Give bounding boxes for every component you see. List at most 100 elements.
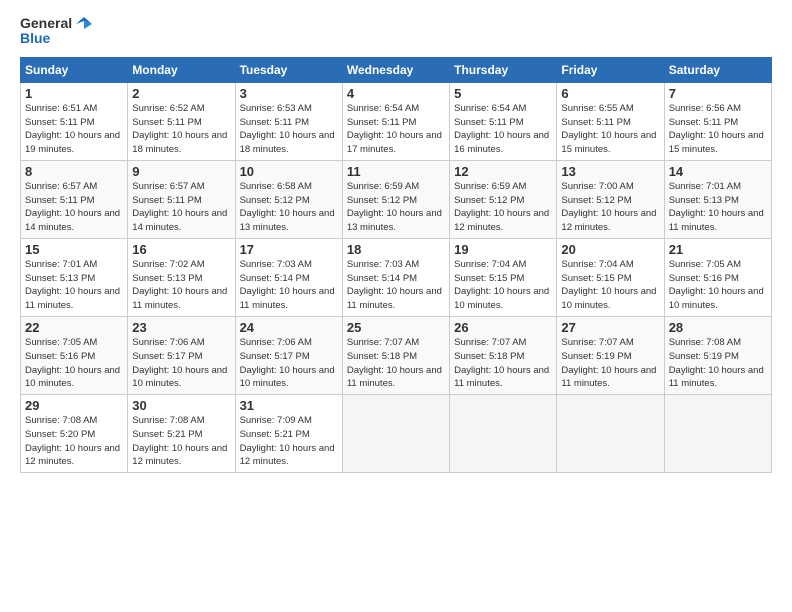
day-number: 1 (25, 86, 123, 101)
calendar-cell: 26Sunrise: 7:07 AMSunset: 5:18 PMDayligh… (450, 316, 557, 394)
day-number: 20 (561, 242, 659, 257)
calendar-page: General Blue SundayMondayTuesdayWednesda… (0, 0, 792, 612)
calendar-cell: 19Sunrise: 7:04 AMSunset: 5:15 PMDayligh… (450, 238, 557, 316)
calendar-cell: 7Sunrise: 6:56 AMSunset: 5:11 PMDaylight… (664, 82, 771, 160)
logo-bird-icon (74, 17, 92, 31)
day-info: Sunrise: 6:59 AMSunset: 5:12 PMDaylight:… (347, 180, 445, 235)
calendar-cell: 4Sunrise: 6:54 AMSunset: 5:11 PMDaylight… (342, 82, 449, 160)
day-info: Sunrise: 7:03 AMSunset: 5:14 PMDaylight:… (240, 258, 338, 313)
calendar-cell: 16Sunrise: 7:02 AMSunset: 5:13 PMDayligh… (128, 238, 235, 316)
logo-general: General (20, 16, 72, 31)
calendar-cell: 5Sunrise: 6:54 AMSunset: 5:11 PMDaylight… (450, 82, 557, 160)
day-info: Sunrise: 7:08 AMSunset: 5:19 PMDaylight:… (669, 336, 767, 391)
day-info: Sunrise: 6:56 AMSunset: 5:11 PMDaylight:… (669, 102, 767, 157)
calendar-week-5: 29Sunrise: 7:08 AMSunset: 5:20 PMDayligh… (21, 395, 772, 473)
logo: General Blue (20, 16, 92, 47)
weekday-header-wednesday: Wednesday (342, 57, 449, 82)
day-info: Sunrise: 6:57 AMSunset: 5:11 PMDaylight:… (25, 180, 123, 235)
day-number: 28 (669, 320, 767, 335)
calendar-week-1: 1Sunrise: 6:51 AMSunset: 5:11 PMDaylight… (21, 82, 772, 160)
calendar-table: SundayMondayTuesdayWednesdayThursdayFrid… (20, 57, 772, 473)
day-info: Sunrise: 6:52 AMSunset: 5:11 PMDaylight:… (132, 102, 230, 157)
calendar-cell: 13Sunrise: 7:00 AMSunset: 5:12 PMDayligh… (557, 160, 664, 238)
day-number: 23 (132, 320, 230, 335)
calendar-cell: 31Sunrise: 7:09 AMSunset: 5:21 PMDayligh… (235, 395, 342, 473)
day-number: 5 (454, 86, 552, 101)
header: General Blue (20, 16, 772, 47)
calendar-cell: 15Sunrise: 7:01 AMSunset: 5:13 PMDayligh… (21, 238, 128, 316)
day-number: 11 (347, 164, 445, 179)
calendar-cell: 17Sunrise: 7:03 AMSunset: 5:14 PMDayligh… (235, 238, 342, 316)
day-info: Sunrise: 7:01 AMSunset: 5:13 PMDaylight:… (25, 258, 123, 313)
calendar-cell: 28Sunrise: 7:08 AMSunset: 5:19 PMDayligh… (664, 316, 771, 394)
day-number: 8 (25, 164, 123, 179)
logo-container: General Blue (20, 16, 92, 47)
calendar-cell: 23Sunrise: 7:06 AMSunset: 5:17 PMDayligh… (128, 316, 235, 394)
day-number: 13 (561, 164, 659, 179)
day-number: 17 (240, 242, 338, 257)
calendar-cell: 2Sunrise: 6:52 AMSunset: 5:11 PMDaylight… (128, 82, 235, 160)
weekday-header-sunday: Sunday (21, 57, 128, 82)
day-info: Sunrise: 7:01 AMSunset: 5:13 PMDaylight:… (669, 180, 767, 235)
day-number: 30 (132, 398, 230, 413)
day-number: 15 (25, 242, 123, 257)
calendar-cell: 21Sunrise: 7:05 AMSunset: 5:16 PMDayligh… (664, 238, 771, 316)
day-number: 6 (561, 86, 659, 101)
calendar-cell: 20Sunrise: 7:04 AMSunset: 5:15 PMDayligh… (557, 238, 664, 316)
day-number: 2 (132, 86, 230, 101)
day-info: Sunrise: 7:08 AMSunset: 5:20 PMDaylight:… (25, 414, 123, 469)
calendar-cell: 10Sunrise: 6:58 AMSunset: 5:12 PMDayligh… (235, 160, 342, 238)
calendar-week-3: 15Sunrise: 7:01 AMSunset: 5:13 PMDayligh… (21, 238, 772, 316)
day-info: Sunrise: 6:58 AMSunset: 5:12 PMDaylight:… (240, 180, 338, 235)
day-number: 24 (240, 320, 338, 335)
day-info: Sunrise: 7:03 AMSunset: 5:14 PMDaylight:… (347, 258, 445, 313)
day-info: Sunrise: 7:05 AMSunset: 5:16 PMDaylight:… (25, 336, 123, 391)
calendar-cell: 1Sunrise: 6:51 AMSunset: 5:11 PMDaylight… (21, 82, 128, 160)
calendar-cell: 24Sunrise: 7:06 AMSunset: 5:17 PMDayligh… (235, 316, 342, 394)
calendar-cell: 22Sunrise: 7:05 AMSunset: 5:16 PMDayligh… (21, 316, 128, 394)
day-info: Sunrise: 7:07 AMSunset: 5:18 PMDaylight:… (454, 336, 552, 391)
day-info: Sunrise: 6:57 AMSunset: 5:11 PMDaylight:… (132, 180, 230, 235)
calendar-week-4: 22Sunrise: 7:05 AMSunset: 5:16 PMDayligh… (21, 316, 772, 394)
day-number: 26 (454, 320, 552, 335)
calendar-cell: 11Sunrise: 6:59 AMSunset: 5:12 PMDayligh… (342, 160, 449, 238)
calendar-cell: 29Sunrise: 7:08 AMSunset: 5:20 PMDayligh… (21, 395, 128, 473)
day-info: Sunrise: 7:04 AMSunset: 5:15 PMDaylight:… (561, 258, 659, 313)
day-info: Sunrise: 6:59 AMSunset: 5:12 PMDaylight:… (454, 180, 552, 235)
weekday-header-friday: Friday (557, 57, 664, 82)
calendar-cell: 8Sunrise: 6:57 AMSunset: 5:11 PMDaylight… (21, 160, 128, 238)
calendar-cell (664, 395, 771, 473)
day-info: Sunrise: 7:06 AMSunset: 5:17 PMDaylight:… (240, 336, 338, 391)
day-info: Sunrise: 7:00 AMSunset: 5:12 PMDaylight:… (561, 180, 659, 235)
day-number: 21 (669, 242, 767, 257)
calendar-cell: 9Sunrise: 6:57 AMSunset: 5:11 PMDaylight… (128, 160, 235, 238)
day-number: 18 (347, 242, 445, 257)
day-number: 3 (240, 86, 338, 101)
day-number: 10 (240, 164, 338, 179)
day-number: 9 (132, 164, 230, 179)
day-number: 4 (347, 86, 445, 101)
calendar-cell: 30Sunrise: 7:08 AMSunset: 5:21 PMDayligh… (128, 395, 235, 473)
day-info: Sunrise: 6:51 AMSunset: 5:11 PMDaylight:… (25, 102, 123, 157)
day-info: Sunrise: 7:06 AMSunset: 5:17 PMDaylight:… (132, 336, 230, 391)
weekday-header-saturday: Saturday (664, 57, 771, 82)
calendar-cell: 3Sunrise: 6:53 AMSunset: 5:11 PMDaylight… (235, 82, 342, 160)
header-row: SundayMondayTuesdayWednesdayThursdayFrid… (21, 57, 772, 82)
day-number: 29 (25, 398, 123, 413)
weekday-header-tuesday: Tuesday (235, 57, 342, 82)
logo-blue: Blue (20, 31, 50, 46)
day-number: 25 (347, 320, 445, 335)
calendar-week-2: 8Sunrise: 6:57 AMSunset: 5:11 PMDaylight… (21, 160, 772, 238)
day-number: 7 (669, 86, 767, 101)
day-number: 27 (561, 320, 659, 335)
day-number: 12 (454, 164, 552, 179)
calendar-cell (342, 395, 449, 473)
day-info: Sunrise: 7:07 AMSunset: 5:18 PMDaylight:… (347, 336, 445, 391)
day-number: 22 (25, 320, 123, 335)
day-info: Sunrise: 7:09 AMSunset: 5:21 PMDaylight:… (240, 414, 338, 469)
calendar-cell: 27Sunrise: 7:07 AMSunset: 5:19 PMDayligh… (557, 316, 664, 394)
day-info: Sunrise: 6:54 AMSunset: 5:11 PMDaylight:… (347, 102, 445, 157)
day-info: Sunrise: 6:55 AMSunset: 5:11 PMDaylight:… (561, 102, 659, 157)
day-info: Sunrise: 7:08 AMSunset: 5:21 PMDaylight:… (132, 414, 230, 469)
day-info: Sunrise: 7:05 AMSunset: 5:16 PMDaylight:… (669, 258, 767, 313)
